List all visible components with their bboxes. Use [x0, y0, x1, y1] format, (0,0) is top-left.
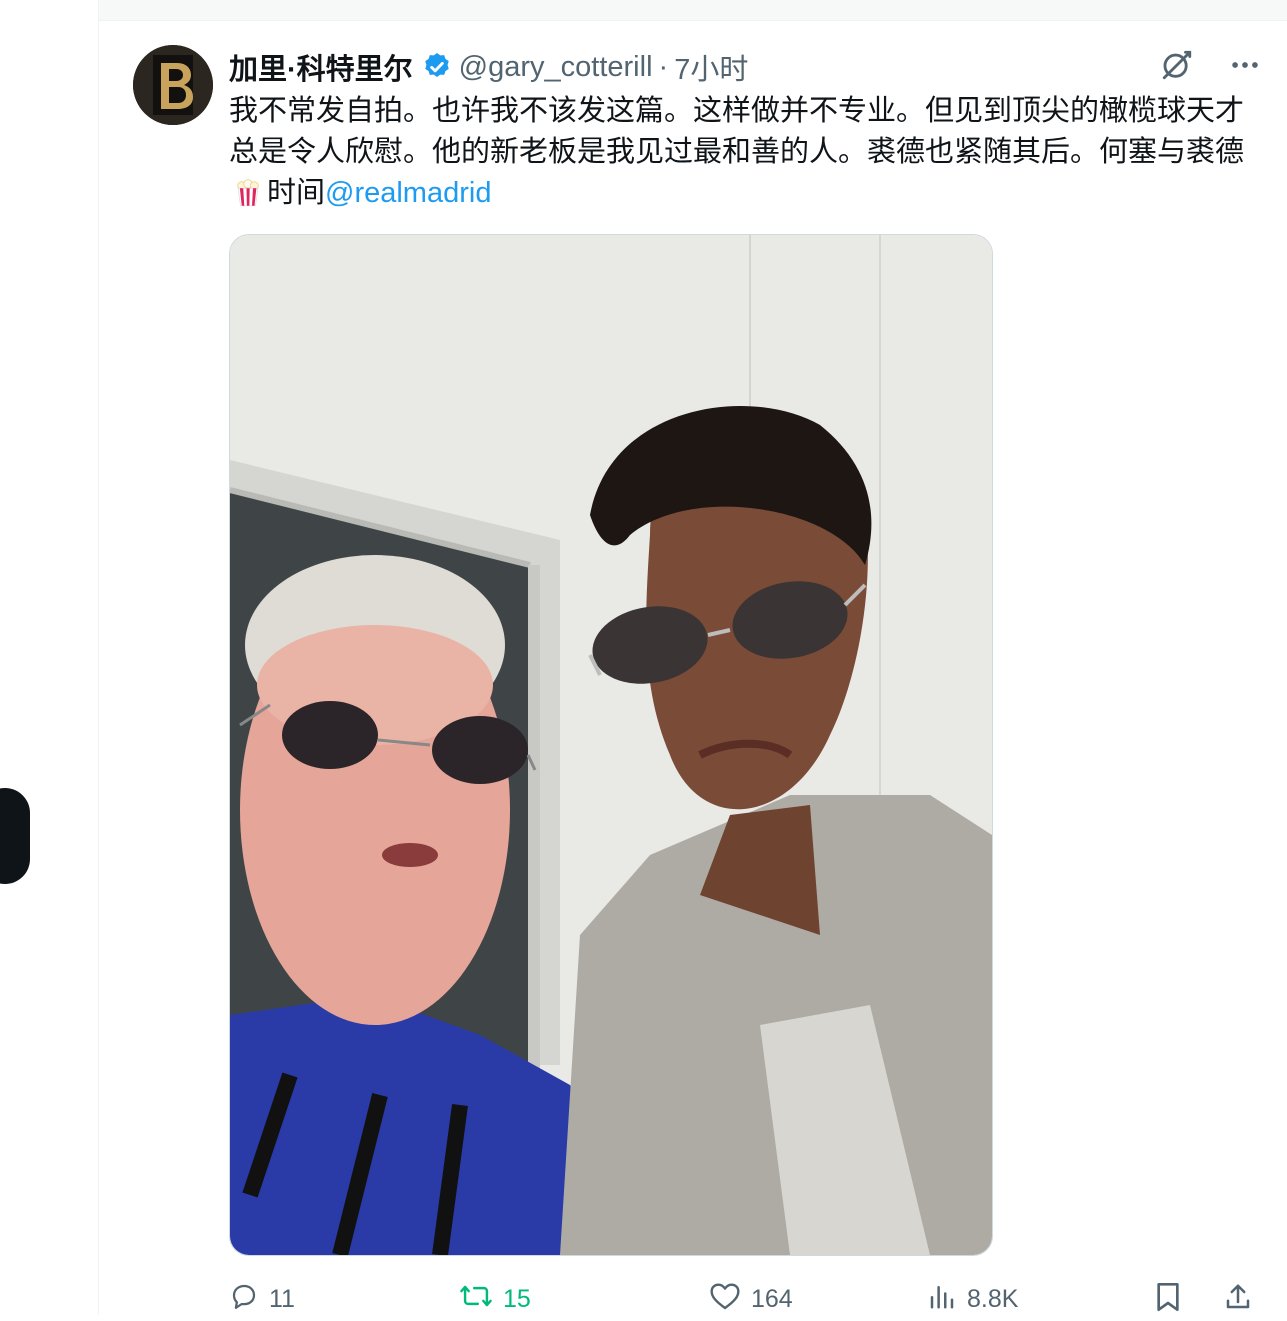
bookmark-icon[interactable]	[1153, 1281, 1183, 1318]
author-display-name[interactable]: 加里·科特里尔	[229, 46, 413, 88]
mention-link[interactable]: @realmadrid	[325, 177, 491, 209]
selfie-photo-image	[230, 235, 992, 1255]
author-handle[interactable]: @gary_cotterill	[459, 51, 653, 84]
verified-badge-icon	[421, 51, 453, 83]
tweet-photo[interactable]	[229, 234, 993, 1256]
like-count: 164	[751, 1284, 793, 1313]
retweet-icon	[459, 1281, 493, 1318]
grok-icon[interactable]	[1157, 45, 1197, 85]
reply-icon	[229, 1281, 259, 1318]
tweet-action-bar: 11 15 164 8.8K	[229, 1277, 1269, 1321]
tweet-card[interactable]: 加里·科特里尔 @gary_cotterill · 7小时 我不常发自拍。也许我…	[99, 21, 1287, 1315]
views-count: 8.8K	[967, 1284, 1019, 1313]
tweet-timestamp[interactable]: 7小时	[674, 46, 748, 88]
tweet-text: 我不常发自拍。也许我不该发这篇。这样做并不专业。但见到顶尖的橄榄球天才总是令人欣…	[229, 91, 1259, 219]
tweet-text-suffix: 时间	[267, 177, 326, 209]
left-sidebar-gutter	[0, 0, 99, 1315]
reply-count: 11	[269, 1284, 295, 1313]
separator-dot: ·	[658, 50, 669, 83]
tweet-body-text: 我不常发自拍。也许我不该发这篇。这样做并不专业。但见到顶尖的橄榄球天才总是令人欣…	[229, 95, 1245, 168]
avatar[interactable]	[133, 45, 213, 125]
like-button[interactable]: 164	[709, 1281, 927, 1318]
tweet-header: 加里·科特里尔 @gary_cotterill · 7小时	[229, 47, 748, 87]
more-icon[interactable]	[1225, 45, 1265, 85]
reply-button[interactable]: 11	[229, 1281, 459, 1318]
scroll-handle[interactable]	[0, 788, 30, 884]
previous-item-divider	[99, 0, 1287, 21]
retweet-button[interactable]: 15	[459, 1281, 709, 1318]
tweet-secondary-actions	[1153, 1281, 1253, 1318]
avatar-logo-image	[133, 45, 213, 125]
popcorn-icon	[233, 177, 263, 219]
retweet-count: 15	[503, 1284, 531, 1313]
views-icon	[927, 1281, 957, 1318]
heart-icon	[709, 1281, 741, 1318]
views-button[interactable]: 8.8K	[927, 1281, 1153, 1318]
tweet-header-actions	[1157, 45, 1265, 85]
share-icon[interactable]	[1223, 1281, 1253, 1318]
